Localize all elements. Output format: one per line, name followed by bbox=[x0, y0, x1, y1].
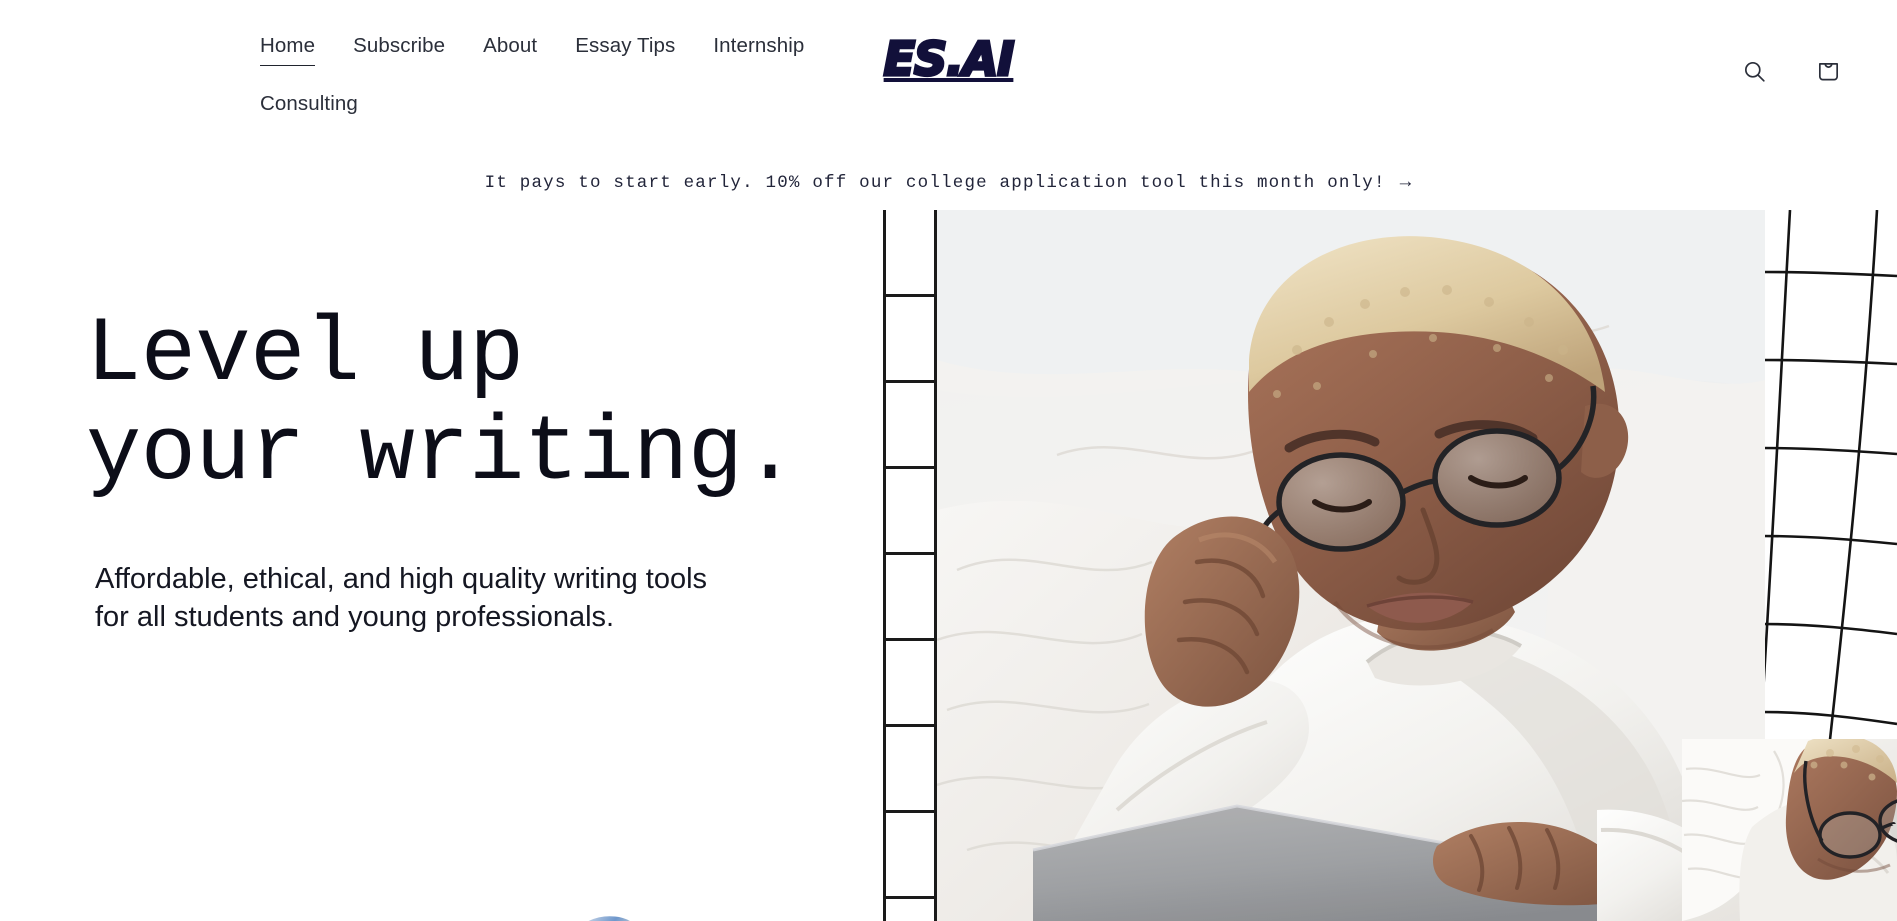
decorative-grid-left bbox=[883, 210, 937, 921]
nav-item-internship[interactable]: Internship bbox=[713, 28, 804, 65]
header-actions bbox=[1729, 46, 1853, 96]
main-navigation: Home Subscribe About Essay Tips Internsh… bbox=[260, 28, 880, 123]
site-logo[interactable]: ES.AI bbox=[882, 34, 1016, 83]
site-header: Home Subscribe About Essay Tips Internsh… bbox=[0, 0, 1897, 155]
hero-text-panel: Level up your writing. Affordable, ethic… bbox=[0, 210, 883, 921]
hero-image-artwork bbox=[937, 210, 1765, 921]
hero-image bbox=[937, 210, 1765, 921]
search-icon bbox=[1741, 58, 1768, 85]
page-root: Home Subscribe About Essay Tips Internsh… bbox=[0, 0, 1897, 921]
cart-button[interactable] bbox=[1803, 46, 1853, 96]
nav-item-essay-tips[interactable]: Essay Tips bbox=[575, 28, 675, 65]
nav-item-consulting[interactable]: Consulting bbox=[260, 86, 358, 123]
announcement-link[interactable]: It pays to start early. 10% off our coll… bbox=[485, 173, 1413, 193]
arrow-right-icon: → bbox=[1399, 171, 1413, 193]
hero-inset-artwork bbox=[1682, 739, 1897, 921]
search-button[interactable] bbox=[1729, 46, 1779, 96]
hero-inset-image bbox=[1682, 739, 1897, 921]
announcement-message: It pays to start early. 10% off our coll… bbox=[484, 172, 1386, 193]
nav-item-home[interactable]: Home bbox=[260, 28, 316, 66]
nav-item-subscribe[interactable]: Subscribe bbox=[353, 28, 445, 65]
hero-heading: Level up your writing. bbox=[86, 302, 798, 507]
hero-section: Level up your writing. Affordable, ethic… bbox=[0, 210, 1897, 921]
nav-item-about[interactable]: About bbox=[483, 28, 537, 65]
announcement-bar: It pays to start early. 10% off our coll… bbox=[0, 155, 1897, 210]
hero-subheading: Affordable, ethical, and high quality wr… bbox=[95, 563, 708, 634]
shopping-bag-icon bbox=[1815, 58, 1842, 85]
